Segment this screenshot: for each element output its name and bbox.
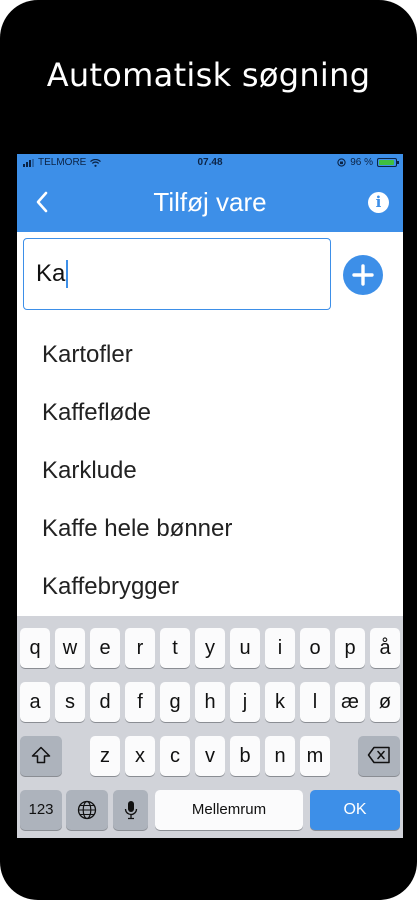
backspace-icon — [367, 746, 390, 764]
suggestion-item[interactable]: Kaffebrygger — [17, 558, 403, 616]
key-h[interactable]: h — [195, 682, 225, 722]
key-l[interactable]: l — [300, 682, 330, 722]
battery-icon — [377, 158, 399, 167]
key-v[interactable]: v — [195, 736, 225, 776]
search-input-value: Ka — [36, 260, 66, 287]
suggestion-item[interactable]: Kartofler — [17, 326, 403, 384]
key-r[interactable]: r — [125, 628, 155, 668]
key-b[interactable]: b — [230, 736, 260, 776]
suggestion-item[interactable]: Kaffefløde — [17, 384, 403, 442]
shift-key[interactable] — [20, 736, 62, 776]
globe-icon — [77, 800, 97, 820]
ok-key[interactable]: OK — [310, 790, 400, 830]
promo-caption: Automatisk søgning — [46, 56, 371, 94]
key-n[interactable]: n — [265, 736, 295, 776]
key-z[interactable]: z — [90, 736, 120, 776]
microphone-icon — [124, 801, 137, 820]
suggestion-list: Kartofler Kaffefløde Karklude Kaffe hele… — [17, 326, 403, 616]
key-i[interactable]: i — [265, 628, 295, 668]
space-key[interactable]: Mellemrum — [155, 790, 303, 830]
key-w[interactable]: w — [55, 628, 85, 668]
globe-key[interactable] — [66, 790, 108, 830]
add-item-button[interactable] — [343, 255, 383, 295]
suggestion-item[interactable]: Kaffe hele bønner — [17, 500, 403, 558]
orientation-lock-icon — [337, 158, 346, 167]
key-u[interactable]: u — [230, 628, 260, 668]
page-title: Tilføj vare — [153, 187, 267, 217]
key-f[interactable]: f — [125, 682, 155, 722]
info-button[interactable]: i — [368, 192, 389, 213]
shift-icon — [31, 746, 51, 764]
backspace-key[interactable] — [358, 736, 400, 776]
key-s[interactable]: s — [55, 682, 85, 722]
home-indicator-area — [0, 840, 417, 900]
numbers-key[interactable]: 123 — [20, 790, 62, 830]
suggestion-item[interactable]: Karklude — [17, 442, 403, 500]
key-p[interactable]: p — [335, 628, 365, 668]
app-screen: TELMORE 07.48 96 % Tilføj vare i Ka Kart… — [17, 154, 403, 838]
status-right: 96 % — [337, 157, 399, 168]
key-aa[interactable]: å — [370, 628, 400, 668]
dictation-key[interactable] — [113, 790, 148, 830]
key-o[interactable]: o — [300, 628, 330, 668]
key-a[interactable]: a — [20, 682, 50, 722]
key-j[interactable]: j — [230, 682, 260, 722]
battery-percent: 96 % — [350, 157, 373, 168]
key-x[interactable]: x — [125, 736, 155, 776]
text-caret — [66, 260, 69, 288]
key-q[interactable]: q — [20, 628, 50, 668]
key-g[interactable]: g — [160, 682, 190, 722]
nav-bar: Tilføj vare i — [17, 172, 403, 232]
status-bar: TELMORE 07.48 96 % — [17, 154, 403, 172]
keyboard: q w e r t y u i o p å a s d f g h j k l … — [17, 616, 403, 838]
key-y[interactable]: y — [195, 628, 225, 668]
key-ae[interactable]: æ — [335, 682, 365, 722]
key-d[interactable]: d — [90, 682, 120, 722]
key-k[interactable]: k — [265, 682, 295, 722]
key-e[interactable]: e — [90, 628, 120, 668]
item-search-input[interactable]: Ka — [23, 238, 331, 310]
plus-icon — [352, 264, 374, 286]
info-icon: i — [375, 193, 382, 211]
key-t[interactable]: t — [160, 628, 190, 668]
device-frame: Automatisk søgning TELMORE 07.48 96 % Ti… — [0, 0, 417, 900]
key-c[interactable]: c — [160, 736, 190, 776]
key-oe[interactable]: ø — [370, 682, 400, 722]
key-m[interactable]: m — [300, 736, 330, 776]
